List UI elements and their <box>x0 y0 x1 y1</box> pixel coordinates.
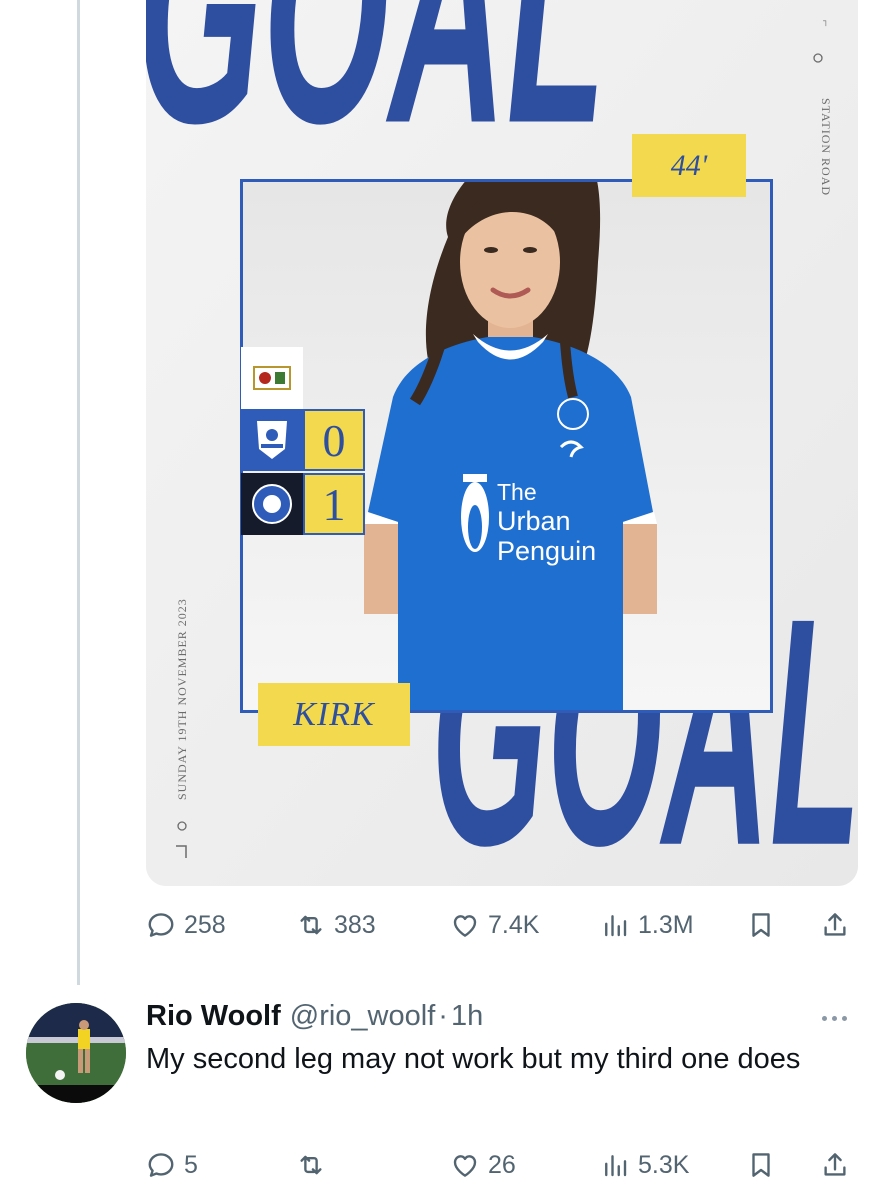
reply-timestamp[interactable]: 1h <box>451 1000 483 1033</box>
reply-views-button[interactable]: 5.3K <box>600 1145 689 1185</box>
tweet-action-bar: 258 383 7.4K 1.3M <box>146 905 858 945</box>
home-score: 0 <box>303 409 365 471</box>
reply-button[interactable]: 258 <box>146 905 226 945</box>
reply-like-count: 26 <box>488 1150 516 1179</box>
home-score-value: 0 <box>322 414 346 466</box>
away-score-value: 1 <box>322 478 346 530</box>
like-icon <box>453 915 477 937</box>
bookmark-icon <box>752 913 770 937</box>
away-crest-icon <box>241 473 303 535</box>
views-icon <box>605 1155 627 1177</box>
repost-icon <box>300 1155 322 1175</box>
reply-like-button[interactable]: 26 <box>450 1145 516 1185</box>
share-button[interactable] <box>820 905 850 945</box>
more-options-icon[interactable] <box>816 1006 852 1030</box>
reply-count: 258 <box>184 910 226 939</box>
avatar-image <box>26 1003 126 1103</box>
repost-count: 383 <box>334 910 376 939</box>
reply-header: Rio Woolf @rio_woolf · 1h <box>146 1000 483 1036</box>
repost-icon <box>300 915 322 935</box>
reply-handle[interactable]: @rio_woolf <box>290 1000 436 1033</box>
reply-bookmark-button[interactable] <box>746 1145 776 1185</box>
reply-share-button[interactable] <box>820 1145 850 1185</box>
reply-reply-count: 5 <box>184 1150 198 1179</box>
reply-icon <box>148 1153 174 1177</box>
share-icon <box>824 913 846 936</box>
reply-icon <box>148 913 174 937</box>
team-crest-icon <box>241 409 303 471</box>
venue-corner-mark: ⌐ <box>819 20 833 28</box>
goal-word-top: GOAL <box>146 0 606 191</box>
bookmark-icon <box>752 1153 770 1177</box>
goal-minute-badge: 44' <box>632 134 746 197</box>
bookmark-button[interactable] <box>746 905 776 945</box>
thread-connector-line <box>77 0 80 985</box>
reply-body-text: My second leg may not work but my third … <box>146 1043 801 1075</box>
repost-button[interactable]: 383 <box>296 905 376 945</box>
like-button[interactable]: 7.4K <box>450 905 539 945</box>
venue-label: STATION ROAD <box>819 98 833 196</box>
reply-repost-button[interactable] <box>296 1145 334 1185</box>
reply-reply-button[interactable]: 5 <box>146 1145 198 1185</box>
views-button[interactable]: 1.3M <box>600 905 694 945</box>
share-icon <box>824 1153 846 1176</box>
views-icon <box>605 915 627 937</box>
like-icon <box>453 1155 477 1177</box>
tweet-media-image[interactable]: GOAL GOAL ⌐ STATION ROAD SUNDAY 19TH NOV… <box>146 0 858 886</box>
reply-separator: · <box>438 1000 448 1032</box>
sponsor-line-3: Penguin <box>497 536 596 566</box>
scorer-name-badge: KIRK <box>258 683 410 746</box>
sponsor-line-2: Urban <box>497 506 571 536</box>
views-count: 1.3M <box>638 910 694 939</box>
reply-display-name[interactable]: Rio Woolf <box>146 1000 281 1033</box>
away-score: 1 <box>303 473 365 535</box>
goal-minute: 44' <box>670 148 708 182</box>
date-label: SUNDAY 19TH NOVEMBER 2023 <box>175 598 189 800</box>
reply-action-bar: 5 26 5.3K <box>146 1145 858 1185</box>
like-count: 7.4K <box>488 910 540 939</box>
sponsor-line-1: The <box>497 479 537 505</box>
reply-avatar[interactable] <box>26 1003 126 1103</box>
scorer-name: KIRK <box>293 695 375 733</box>
home-crest-icon <box>241 347 303 409</box>
reply-views-count: 5.3K <box>638 1150 690 1179</box>
